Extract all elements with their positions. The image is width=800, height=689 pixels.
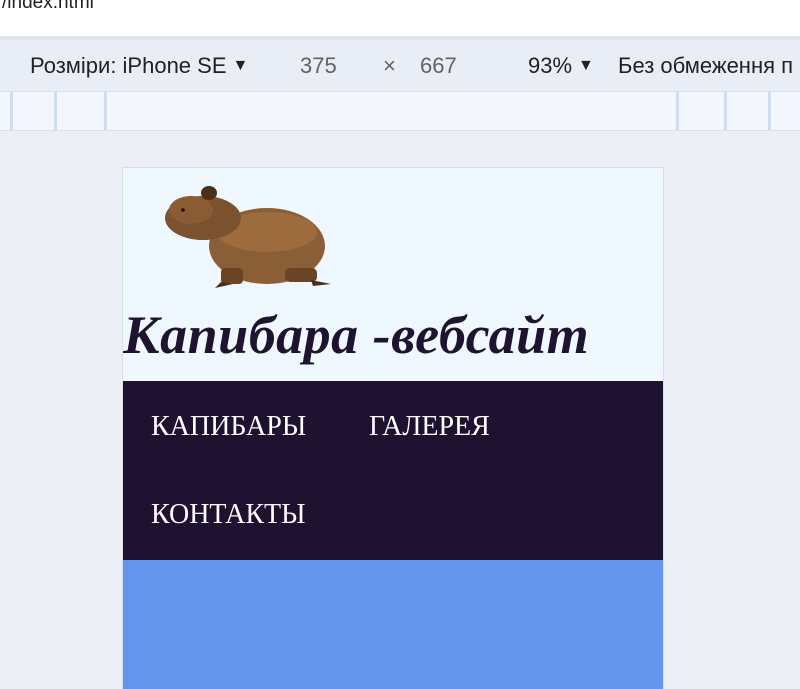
site-header: Капибара -вебсайт bbox=[123, 168, 663, 381]
swap-dimensions-icon[interactable]: × bbox=[383, 53, 396, 79]
caret-down-icon: ▼ bbox=[578, 57, 594, 74]
main-content bbox=[123, 560, 663, 689]
device-dimensions-label: Розміри: iPhone SE bbox=[30, 53, 227, 78]
ruler-tick[interactable] bbox=[10, 92, 13, 130]
nav-link-capybaras[interactable]: КАПИБАРЫ bbox=[151, 411, 306, 443]
viewport-height-input[interactable]: 667 bbox=[420, 53, 457, 79]
caret-down-icon: ▼ bbox=[232, 57, 249, 74]
device-dimensions-dropdown[interactable]: Розміри: iPhone SE ▼ bbox=[30, 53, 248, 79]
nav-link-gallery[interactable]: ГАЛЕРЕЯ bbox=[369, 411, 490, 443]
ruler-tick[interactable] bbox=[676, 92, 679, 130]
zoom-dropdown[interactable]: 93% ▼ bbox=[528, 53, 594, 79]
media-query-ruler bbox=[0, 91, 800, 131]
capybara-logo-icon bbox=[165, 186, 331, 288]
site-title: Капибара -вебсайт bbox=[123, 305, 590, 365]
url-text[interactable]: /index.html bbox=[2, 0, 94, 14]
address-bar[interactable]: /index.html bbox=[0, 0, 800, 37]
ruler-tick[interactable] bbox=[724, 92, 727, 130]
ruler-tick[interactable] bbox=[104, 92, 107, 130]
device-toolbar: Розміри: iPhone SE ▼ 375 × 667 93% ▼ Без о… bbox=[0, 37, 800, 94]
viewport-width-input[interactable]: 375 bbox=[300, 53, 337, 79]
zoom-value: 93% bbox=[528, 53, 573, 78]
ruler-tick[interactable] bbox=[768, 92, 771, 130]
nav-link-contacts[interactable]: КОНТАКТЫ bbox=[151, 499, 306, 531]
throttling-dropdown[interactable]: Без обмеження п bbox=[618, 53, 793, 79]
ruler-tick[interactable] bbox=[54, 92, 57, 130]
device-viewport: Капибара -вебсайт КАПИБАРЫ ГАЛЕРЕЯ КОНТА… bbox=[122, 167, 664, 689]
site-nav: КАПИБАРЫ ГАЛЕРЕЯ КОНТАКТЫ bbox=[123, 381, 663, 560]
